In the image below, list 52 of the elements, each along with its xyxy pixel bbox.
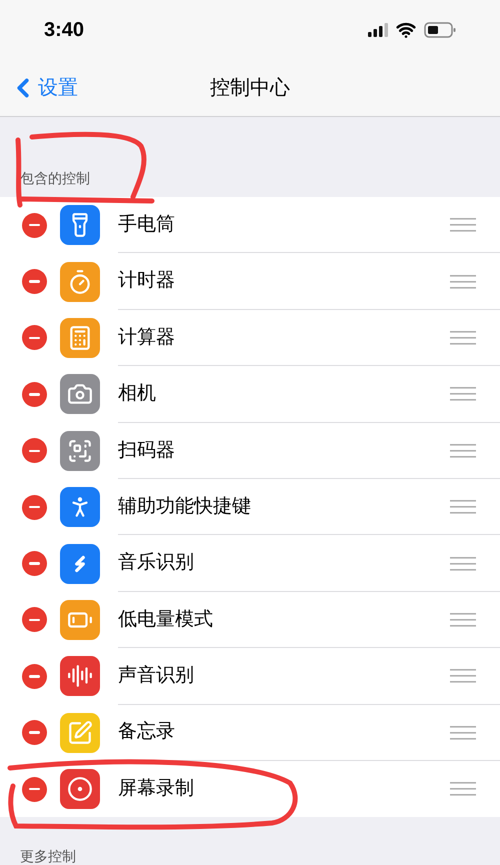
control-label: 手电筒 [118, 212, 176, 237]
reorder-icon[interactable] [450, 612, 476, 627]
control-row[interactable]: 计时器 [0, 253, 500, 310]
reorder-icon[interactable] [450, 274, 476, 289]
reorder-icon[interactable] [450, 218, 476, 232]
control-label: 相机 [118, 382, 157, 406]
signal-icon [368, 23, 388, 37]
remove-icon[interactable] [22, 551, 47, 576]
remove-icon[interactable] [22, 212, 47, 238]
remove-icon[interactable] [22, 607, 47, 632]
remove-icon[interactable] [22, 438, 47, 464]
remove-icon[interactable] [22, 776, 47, 802]
control-label: 声音识别 [118, 664, 195, 688]
reorder-icon[interactable] [450, 387, 476, 402]
remove-icon[interactable] [22, 720, 47, 746]
page-title: 控制中心 [210, 76, 290, 101]
remove-icon[interactable] [22, 664, 47, 689]
control-row[interactable]: 备忘录 [0, 704, 500, 761]
reorder-icon[interactable] [450, 500, 476, 514]
back-button[interactable]: 设置 [8, 73, 78, 103]
wifi-icon [396, 20, 416, 40]
control-row[interactable]: 手电筒 [0, 197, 500, 254]
control-row[interactable]: 低电量模式 [0, 592, 500, 648]
control-label: 音乐识别 [118, 551, 195, 576]
control-label: 计时器 [118, 269, 176, 294]
battery-status-icon [424, 22, 456, 38]
reorder-icon[interactable] [450, 330, 476, 345]
remove-icon[interactable] [22, 269, 47, 294]
section-header: 更多控制 [20, 848, 76, 864]
reorder-icon[interactable] [450, 444, 476, 458]
control-row[interactable]: 计算器 [0, 310, 500, 366]
control-row[interactable]: 音乐识别 [0, 535, 500, 592]
remove-icon[interactable] [22, 325, 47, 350]
control-row[interactable]: 相机 [0, 366, 500, 423]
reorder-icon[interactable] [450, 782, 476, 796]
control-row[interactable]: 屏幕录制 [0, 760, 500, 818]
control-label: 计算器 [118, 326, 176, 350]
reorder-icon[interactable] [450, 726, 476, 740]
status-time: 3:40 [44, 18, 84, 43]
reorder-icon[interactable] [450, 669, 476, 684]
control-label: 辅助功能快捷键 [118, 494, 252, 519]
remove-icon[interactable] [22, 494, 47, 520]
control-row[interactable]: 扫码器 [0, 422, 500, 479]
control-label: 备忘录 [118, 720, 176, 744]
control-label: 低电量模式 [118, 608, 214, 632]
control-label: 屏幕录制 [118, 776, 195, 801]
remove-icon[interactable] [22, 382, 47, 407]
reorder-icon[interactable] [450, 556, 476, 571]
control-row[interactable]: 声音识别 [0, 648, 500, 705]
section-header: 包含的控制 [20, 169, 90, 188]
control-row[interactable]: 辅助功能快捷键 [0, 478, 500, 536]
control-label: 扫码器 [118, 438, 176, 462]
